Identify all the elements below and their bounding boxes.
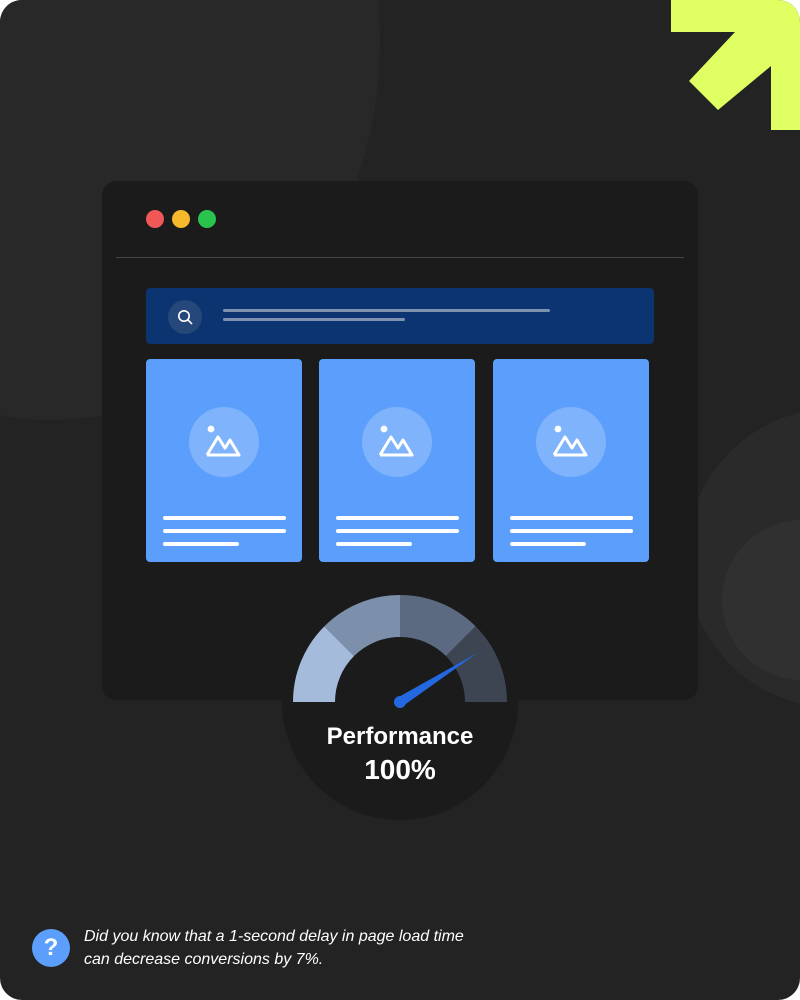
- arrow-up-right-icon: [671, 0, 800, 130]
- gauge-value: 100%: [364, 754, 436, 785]
- window-maximize-dot: [198, 210, 216, 228]
- card-text-line: [510, 529, 633, 533]
- search-bar: [146, 288, 654, 344]
- image-icon: [362, 407, 432, 477]
- performance-card: Performance 100% ? Did you know that a 1…: [0, 0, 800, 1000]
- card-text-line: [163, 529, 286, 533]
- card-text-line: [510, 542, 586, 546]
- window-minimize-dot: [172, 210, 190, 228]
- search-placeholder-line: [223, 309, 550, 312]
- search-placeholder-line: [223, 318, 405, 321]
- image-icon: [189, 407, 259, 477]
- fact-text: Did you know that a 1-second delay in pa…: [84, 928, 464, 968]
- search-icon: [168, 300, 202, 334]
- card-text-line: [163, 516, 286, 520]
- card-text-line: [510, 516, 633, 520]
- image-icon: [536, 407, 606, 477]
- card-text-line: [336, 516, 459, 520]
- card-text-line: [336, 542, 412, 546]
- window-close-dot: [146, 210, 164, 228]
- question-mark-icon: ?: [32, 929, 70, 967]
- gauge-needle-hub: [394, 696, 406, 708]
- title-bar-divider: [116, 257, 684, 258]
- gauge-label: Performance 100%: [282, 722, 518, 788]
- content-card: [146, 359, 302, 562]
- card-text-line: [163, 542, 239, 546]
- card-text-line: [336, 529, 459, 533]
- gauge-title: Performance: [326, 723, 474, 750]
- content-card: [319, 359, 475, 562]
- content-card: [493, 359, 649, 562]
